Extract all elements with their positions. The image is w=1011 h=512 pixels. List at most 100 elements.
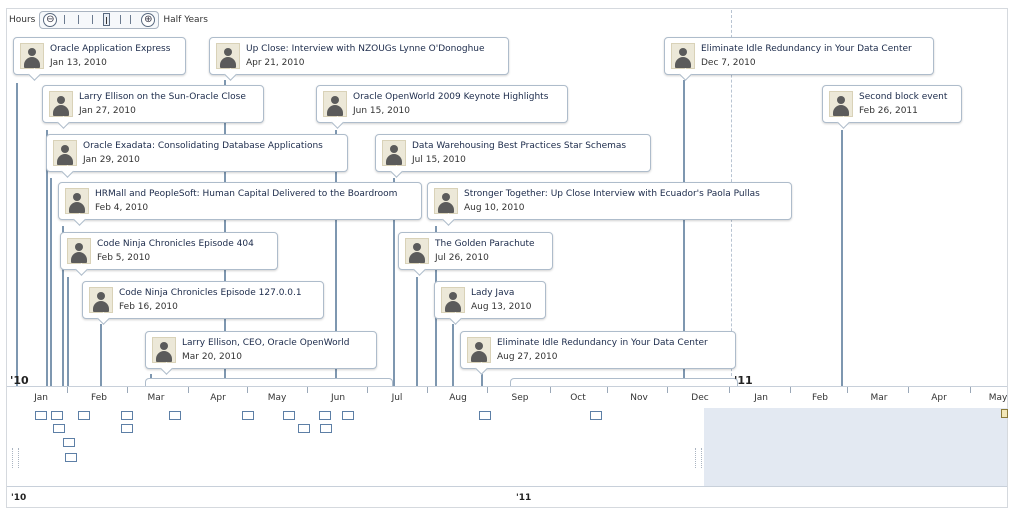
- overview-event-marker[interactable]: [298, 424, 310, 433]
- month-label: Aug: [449, 393, 467, 403]
- event-bubble[interactable]: Eliminate Idle Redundancy in Your Data C…: [664, 37, 934, 75]
- event-title: Oracle Application Express: [50, 44, 171, 54]
- axis-tick: [367, 387, 368, 393]
- event-bubble[interactable]: Stronger Together: Up Close Interview wi…: [427, 182, 792, 220]
- month-label: Feb: [812, 393, 828, 403]
- zoom-tick: [120, 15, 122, 24]
- overview-event-marker[interactable]: [479, 411, 491, 420]
- overview-event-marker[interactable]: [121, 411, 133, 420]
- overview-event-marker[interactable]: [121, 424, 133, 433]
- event-stem: [100, 324, 102, 386]
- axis-tick: [247, 387, 248, 393]
- overview-handle-left[interactable]: [12, 448, 19, 468]
- event-title: Lady Java: [471, 288, 515, 298]
- event-title: Oracle OpenWorld 2009 Keynote Highlights: [353, 92, 549, 102]
- overview-event-marker[interactable]: [65, 453, 77, 462]
- overview-event-marker[interactable]: [169, 411, 181, 420]
- overview-event-marker[interactable]: [283, 411, 295, 420]
- event-bubble[interactable]: Larry Ellison on the Sun-Oracle Close Ja…: [42, 85, 264, 123]
- overview-event-marker[interactable]: [320, 424, 332, 433]
- overview-event-marker[interactable]: [342, 411, 354, 420]
- zoom-in-icon[interactable]: ⊕: [141, 13, 156, 27]
- overview-event-marker[interactable]: [78, 411, 90, 420]
- event-title: The Golden Parachute: [435, 239, 535, 249]
- month-label: Dec: [691, 393, 709, 403]
- overview-event-marker[interactable]: [1001, 409, 1008, 418]
- month-label: Jan: [754, 393, 768, 403]
- overview-event-marker[interactable]: [51, 411, 63, 420]
- user-avatar-icon: [382, 140, 406, 166]
- user-avatar-icon: [829, 91, 853, 117]
- user-avatar-icon: [89, 287, 113, 313]
- overview-viewport-shade[interactable]: [704, 408, 1007, 486]
- event-bubble[interactable]: The Golden Parachute Jul 26, 2010: [398, 232, 553, 270]
- month-label: Jan: [34, 393, 48, 403]
- month-label: May: [988, 393, 1008, 403]
- zoom-min-label: Hours: [9, 15, 36, 25]
- user-avatar-icon: [67, 238, 91, 264]
- overview-handle-right[interactable]: [695, 448, 702, 468]
- axis-tick: [67, 387, 68, 393]
- user-avatar-icon: [216, 43, 240, 69]
- event-bubble[interactable]: Oracle OpenWorld 2009 Keynote Highlights…: [316, 85, 568, 123]
- user-avatar-icon: [434, 188, 458, 214]
- zoom-tick: [78, 15, 80, 24]
- event-bubble[interactable]: Second block event Feb 26, 2011: [822, 85, 962, 123]
- overview-year-band: '10 '11: [7, 487, 1007, 507]
- zoom-thumb[interactable]: [103, 13, 111, 26]
- month-label: May: [267, 393, 287, 403]
- event-bubble[interactable]: Eliminate Idle Redundancy in Your Data C…: [460, 331, 736, 369]
- event-title: Eliminate Idle Redundancy in Your Data C…: [497, 338, 708, 348]
- month-label: Sep: [511, 393, 529, 403]
- event-date: Jan 27, 2010: [79, 106, 136, 116]
- user-avatar-icon: [20, 43, 44, 69]
- axis-tick: [970, 387, 971, 393]
- event-date: Aug 13, 2010: [471, 302, 532, 312]
- axis-tick: [790, 387, 791, 393]
- axis-tick: [427, 387, 428, 393]
- overview-event-marker[interactable]: [35, 411, 47, 420]
- event-bubble[interactable]: Oracle Application Express Jan 13, 2010: [13, 37, 186, 75]
- overview-panel[interactable]: [7, 408, 1007, 487]
- user-avatar-icon: [467, 337, 491, 363]
- month-label: Mar: [870, 393, 888, 403]
- event-bubble[interactable]: Data Warehousing Best Practices Star Sch…: [375, 134, 651, 172]
- event-bubble[interactable]: Code Ninja Chronicles Episode 127.0.0.1 …: [82, 281, 324, 319]
- month-label: Nov: [630, 393, 648, 403]
- event-title: Data Warehousing Best Practices Star Sch…: [412, 141, 627, 151]
- axis-tick: [127, 387, 128, 393]
- user-avatar-icon: [49, 91, 73, 117]
- month-label: Feb: [91, 393, 107, 403]
- event-bubble[interactable]: HRMall and PeopleSoft: Human Capital Del…: [58, 182, 422, 220]
- axis-tick: [487, 387, 488, 393]
- zoom-tick: [92, 15, 94, 24]
- zoom-slider[interactable]: ⊖ ⊕: [39, 11, 160, 29]
- event-bubble[interactable]: Larry Ellison, CEO, Oracle OpenWorld Mar…: [145, 331, 377, 369]
- event-title: Code Ninja Chronicles Episode 404: [97, 239, 254, 249]
- event-stem: [67, 277, 69, 386]
- event-bubble[interactable]: Oracle Exadata: Consolidating Database A…: [46, 134, 348, 172]
- user-avatar-icon: [53, 140, 77, 166]
- overview-year-label: '11: [516, 493, 532, 503]
- zoom-out-icon[interactable]: ⊖: [43, 13, 58, 27]
- event-bubble[interactable]: Up Close: Interview with NZOUGs Lynne O'…: [209, 37, 509, 75]
- event-date: Jan 13, 2010: [50, 58, 107, 68]
- event-bubble[interactable]: Code Ninja Chronicles Episode 404 Feb 5,…: [60, 232, 278, 270]
- overview-event-marker[interactable]: [242, 411, 254, 420]
- event-date: Dec 7, 2010: [701, 58, 756, 68]
- overview-event-marker[interactable]: [590, 411, 602, 420]
- event-bubble[interactable]: Lady Java Aug 13, 2010: [434, 281, 546, 319]
- event-title: HRMall and PeopleSoft: Human Capital Del…: [95, 189, 398, 199]
- event-date: Jan 29, 2010: [83, 155, 140, 165]
- event-title: Up Close: Interview with NZOUGs Lynne O'…: [246, 44, 485, 54]
- axis-tick: [307, 387, 308, 393]
- month-label: Jul: [391, 393, 403, 403]
- user-avatar-icon: [405, 238, 429, 264]
- event-date: Mar 20, 2010: [182, 352, 242, 362]
- overview-event-marker[interactable]: [319, 411, 331, 420]
- overview-event-marker[interactable]: [53, 424, 65, 433]
- overview-event-marker[interactable]: [63, 438, 75, 447]
- month-label: Mar: [147, 393, 165, 403]
- axis-tick: [847, 387, 848, 393]
- axis-tick: [908, 387, 909, 393]
